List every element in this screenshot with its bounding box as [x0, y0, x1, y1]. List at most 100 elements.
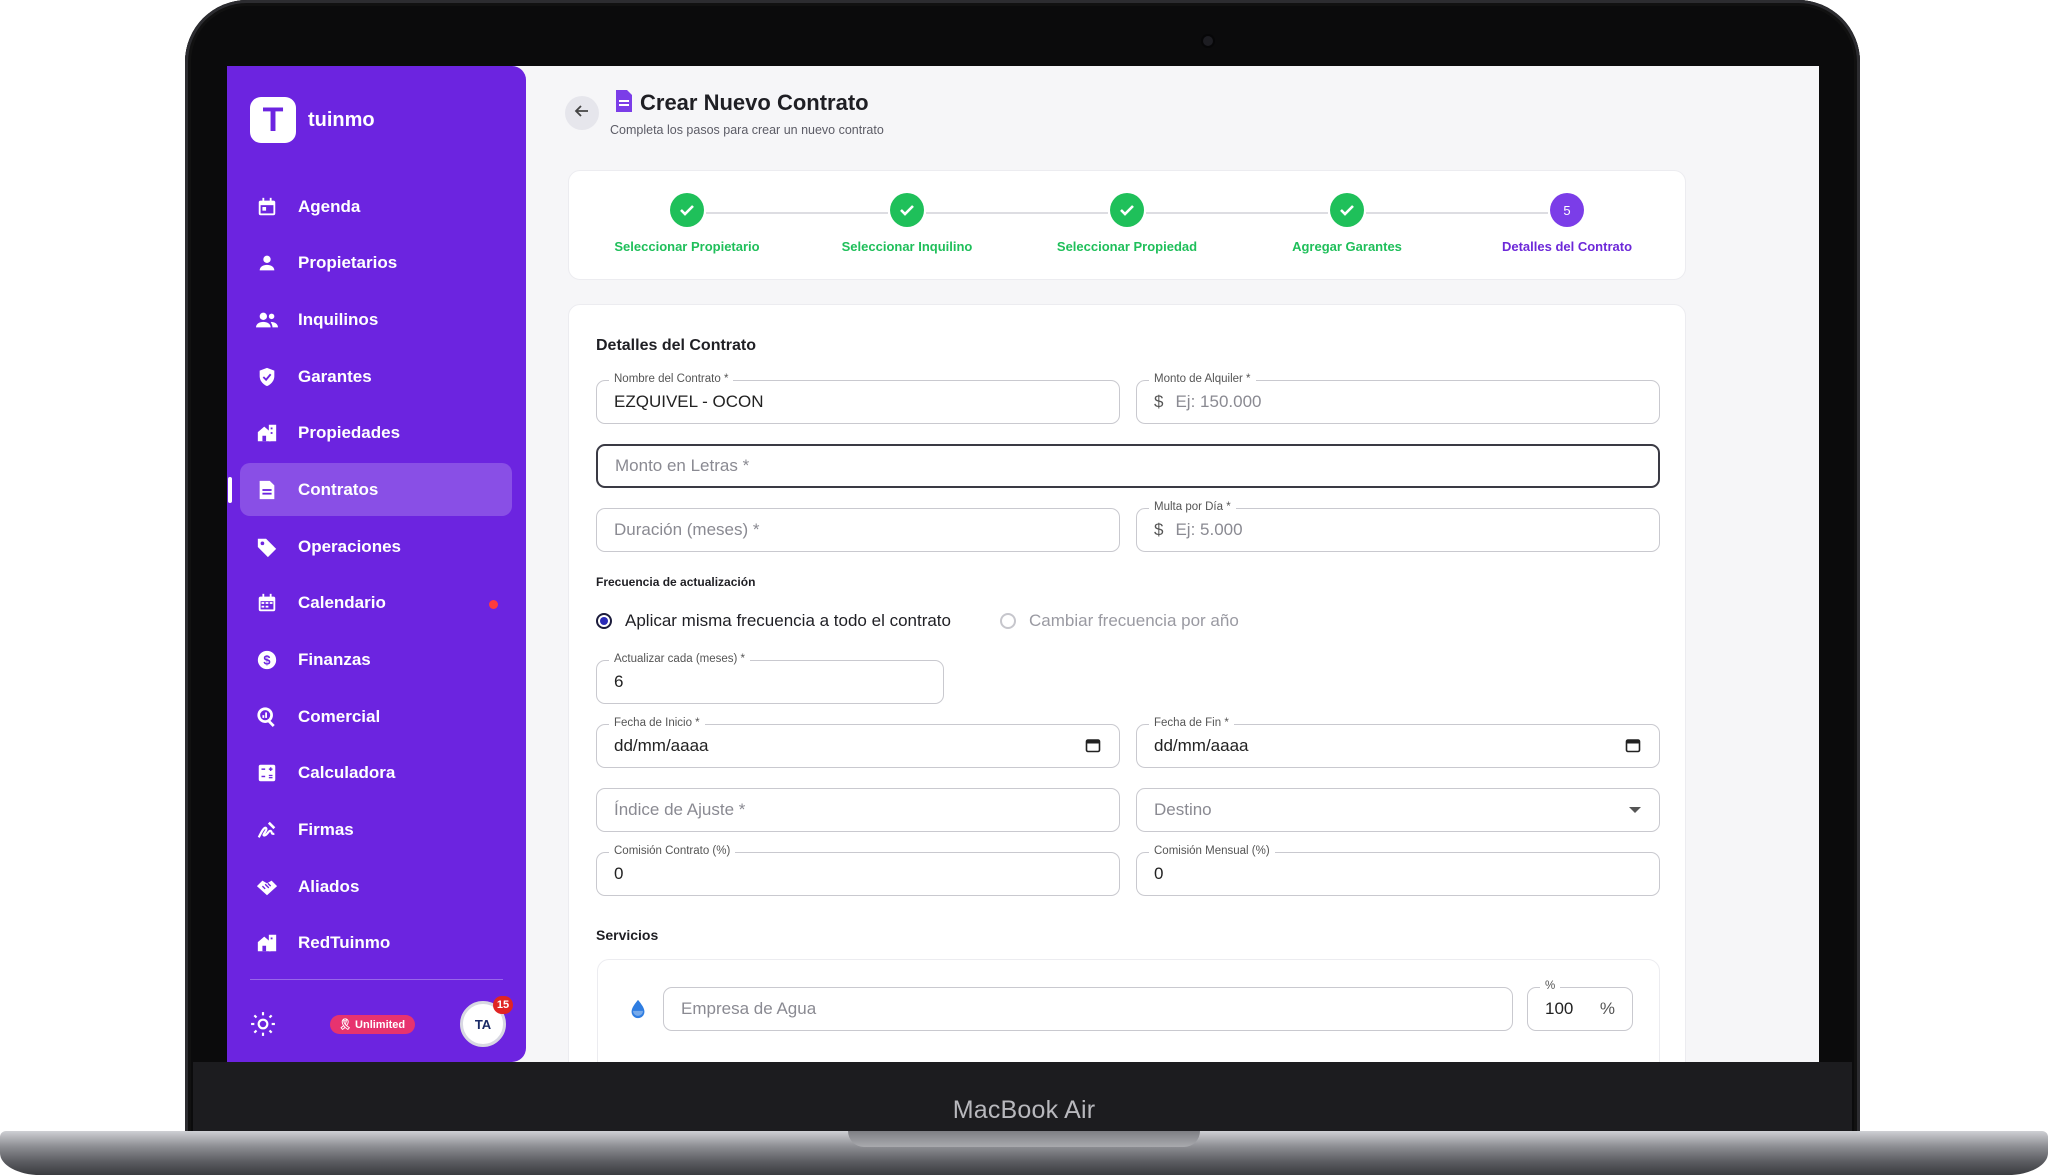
- sidebar-item-label: Agenda: [298, 196, 361, 216]
- signature-icon: [254, 817, 280, 843]
- people-icon: [254, 307, 280, 333]
- sidebar-item-label: Calendario: [298, 593, 386, 613]
- sidebar-item-calendario[interactable]: Calendario: [240, 577, 512, 630]
- field-label: Comisión Contrato (%): [609, 844, 736, 858]
- radio-yearly-frequency[interactable]: Cambiar frecuencia por año: [1000, 611, 1239, 631]
- step-label: Agregar Garantes: [1292, 239, 1402, 254]
- sidebar-item-label: Garantes: [298, 366, 372, 386]
- notification-dot: [489, 599, 498, 609]
- sidebar-item-calculadora[interactable]: Calculadora: [240, 747, 512, 800]
- brand-name: tuinmo: [308, 108, 375, 131]
- handshake-icon: [254, 874, 280, 900]
- field-value: dd/mm/aaaa: [614, 736, 709, 755]
- water-percent-field[interactable]: % 100 %: [1527, 979, 1633, 1031]
- field-label: Nombre del Contrato *: [609, 372, 734, 386]
- check-icon: [1110, 193, 1144, 227]
- sidebar-item-firmas[interactable]: Firmas: [240, 804, 512, 857]
- page-title: Crear Nuevo Contrato: [640, 90, 869, 115]
- end-date-field[interactable]: Fecha de Fin * dd/mm/aaaa: [1136, 716, 1660, 768]
- active-indicator: [228, 477, 232, 504]
- sidebar-item-contratos[interactable]: Contratos: [228, 463, 512, 517]
- destination-select[interactable]: Destino: [1136, 788, 1660, 832]
- adjustment-index-field[interactable]: Índice de Ajuste *: [596, 788, 1120, 832]
- field-label: Comisión Mensual (%): [1149, 844, 1275, 858]
- sidebar-item-propietarios[interactable]: Propietarios: [240, 237, 512, 290]
- currency-prefix: $: [1154, 520, 1164, 539]
- sidebar-item-label: RedTuinmo: [298, 933, 391, 953]
- contract-commission-field[interactable]: Comisión Contrato (%) 0: [596, 844, 1120, 896]
- sidebar-item-label: Firmas: [298, 820, 354, 840]
- brand[interactable]: T tuinmo: [250, 97, 375, 143]
- daily-fine-field[interactable]: Multa por Día * $ Ej: 5.000: [1136, 500, 1660, 552]
- sidebar-item-label: Contratos: [298, 479, 379, 499]
- step-seleccionar-propietario[interactable]: Seleccionar Propietario: [577, 193, 797, 254]
- radio-same-frequency[interactable]: Aplicar misma frecuencia a todo el contr…: [596, 611, 951, 631]
- step-number: 5: [1550, 193, 1584, 227]
- step-label: Seleccionar Propietario: [614, 239, 760, 254]
- calculator-icon: [254, 760, 280, 786]
- rent-amount-field[interactable]: Monto de Alquiler * $ Ej: 150.000: [1136, 372, 1660, 424]
- contract-name-field[interactable]: Nombre del Contrato * EZQUIVEL - OCON: [596, 372, 1120, 424]
- calendar-icon[interactable]: [1625, 737, 1641, 758]
- field-value: dd/mm/aaaa: [1154, 736, 1249, 755]
- sidebar-item-operaciones[interactable]: Operaciones: [240, 520, 512, 573]
- start-date-field[interactable]: Fecha de Inicio * dd/mm/aaaa: [596, 716, 1120, 768]
- sidebar-item-inquilinos[interactable]: Inquilinos: [240, 293, 512, 346]
- field-placeholder: Índice de Ajuste *: [614, 800, 746, 819]
- field-value: EZQUIVEL - OCON: [614, 392, 764, 411]
- avatar-text: TA: [474, 1016, 492, 1032]
- radio-label: Cambiar frecuencia por año: [1029, 611, 1239, 630]
- sidebar-item-label: Aliados: [298, 876, 360, 896]
- radio-button[interactable]: [1000, 613, 1016, 629]
- sidebar-item-garantes[interactable]: Garantes: [240, 350, 512, 403]
- brand-logo: T: [250, 97, 296, 143]
- arrow-left-icon: [574, 103, 590, 124]
- step-seleccionar-inquilino[interactable]: Seleccionar Inquilino: [797, 193, 1017, 254]
- radio-button-selected[interactable]: [596, 613, 612, 629]
- field-value: 0: [1154, 864, 1164, 883]
- services-box: Empresa de Agua % 100 %: [597, 959, 1660, 1062]
- sun-icon[interactable]: [250, 1011, 276, 1042]
- sidebar-item-finanzas[interactable]: $ Finanzas: [240, 634, 512, 687]
- check-icon: [890, 193, 924, 227]
- amount-in-words-field[interactable]: Monto en Letras *: [596, 444, 1660, 488]
- chevron-down-icon: [1629, 807, 1641, 813]
- water-company-field[interactable]: Empresa de Agua: [663, 987, 1513, 1031]
- document-icon: [254, 477, 280, 503]
- sidebar-item-label: Finanzas: [298, 650, 371, 669]
- radio-label: Aplicar misma frecuencia a todo el contr…: [625, 611, 951, 630]
- sidebar-item-agenda[interactable]: Agenda: [240, 180, 512, 233]
- field-value: 6: [614, 672, 624, 691]
- page-subtitle: Completa los pasos para crear un nuevo c…: [610, 123, 884, 137]
- main-content: Crear Nuevo Contrato Completa los pasos …: [526, 66, 1819, 1062]
- update-every-field[interactable]: Actualizar cada (meses) * 6: [596, 652, 944, 704]
- sidebar-item-label: Comercial: [298, 706, 381, 726]
- section-title: Detalles del Contrato: [596, 337, 757, 354]
- network-buildings-icon: [254, 930, 280, 956]
- calendar-grid-icon: [254, 590, 280, 616]
- camera-dot: [1203, 36, 1213, 46]
- monthly-commission-field[interactable]: Comisión Mensual (%) 0: [1136, 844, 1660, 896]
- sidebar-item-propiedades[interactable]: Propiedades: [240, 407, 512, 460]
- sidebar-item-aliados[interactable]: Aliados: [240, 860, 512, 913]
- sidebar-item-label: Propiedades: [298, 423, 401, 443]
- currency-prefix: $: [1154, 392, 1164, 411]
- calendar-icon[interactable]: [1085, 737, 1101, 758]
- step-detalles-del-contrato[interactable]: 5 Detalles del Contrato: [1457, 193, 1677, 254]
- percent-suffix: %: [1599, 999, 1615, 1018]
- step-label: Detalles del Contrato: [1501, 239, 1633, 254]
- calendar-icon: [254, 194, 280, 220]
- plan-badge[interactable]: 🎗︎ Unlimited: [330, 1015, 416, 1034]
- step-seleccionar-propiedad[interactable]: Seleccionar Propiedad: [1017, 193, 1237, 254]
- sidebar: T tuinmo Agenda Propietarios Inquilinos …: [227, 66, 526, 1062]
- notification-count-badge: 15: [493, 996, 513, 1014]
- back-button[interactable]: [565, 96, 599, 130]
- sidebar-item-comercial[interactable]: Comercial: [240, 690, 512, 743]
- services-title: Servicios: [596, 927, 659, 943]
- sidebar-item-redtuinmo[interactable]: RedTuinmo: [240, 917, 512, 970]
- plan-badge-label: Unlimited: [355, 1019, 406, 1031]
- sidebar-item-label: Propietarios: [298, 253, 398, 273]
- step-agregar-garantes[interactable]: Agregar Garantes: [1237, 193, 1457, 254]
- field-label: Fecha de Fin *: [1149, 716, 1234, 730]
- duration-months-field[interactable]: Duración (meses) *: [596, 508, 1120, 552]
